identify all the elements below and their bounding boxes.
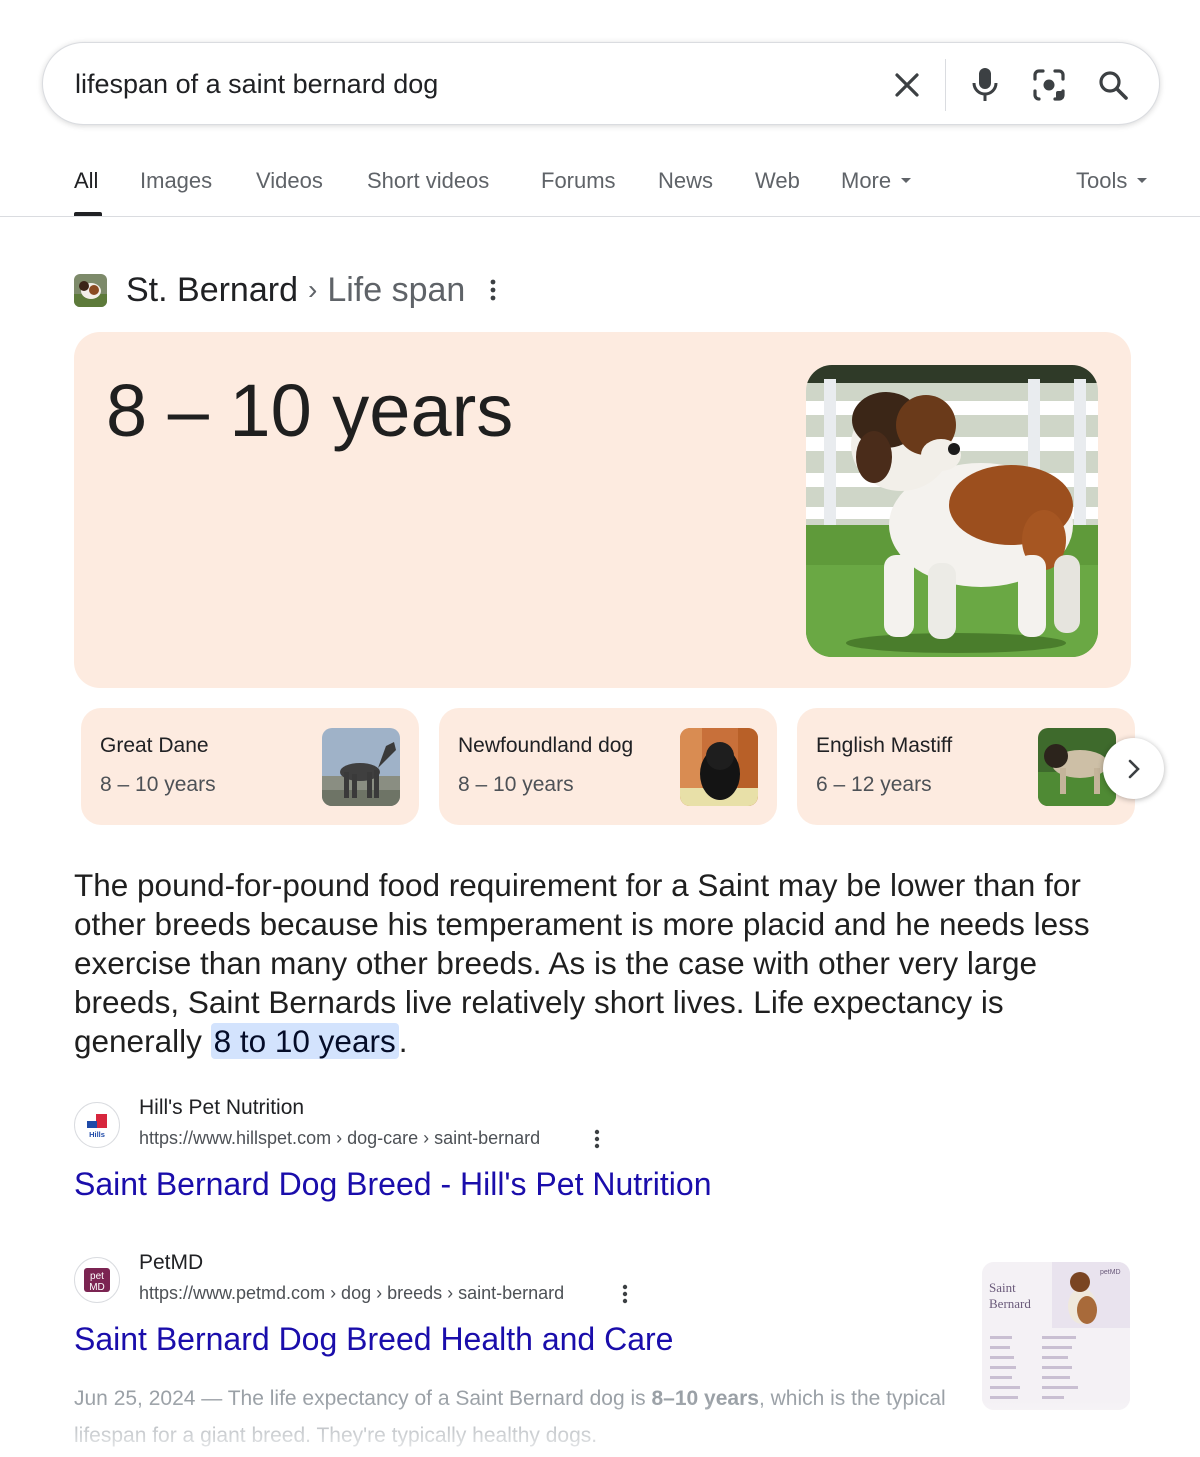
related-name: English Mastiff bbox=[816, 734, 953, 757]
active-tab-indicator bbox=[74, 212, 102, 216]
snippet-end: . bbox=[398, 1023, 408, 1059]
site-name[interactable]: Hill's Pet Nutrition bbox=[139, 1096, 304, 1120]
tab-web[interactable]: Web bbox=[755, 168, 800, 194]
entity-thumbnail[interactable] bbox=[74, 273, 107, 307]
related-card-great-dane[interactable]: Great Dane 8 – 10 years bbox=[81, 708, 419, 825]
answer-card: 8 – 10 years bbox=[74, 332, 1131, 688]
petmd-favicon-text: pet bbox=[90, 1271, 104, 1282]
tools-button[interactable]: Tools bbox=[1076, 168, 1148, 194]
tab-images[interactable]: Images bbox=[140, 168, 212, 194]
chevron-down-icon bbox=[901, 177, 912, 183]
tab-videos[interactable]: Videos bbox=[256, 168, 323, 194]
tab-short-videos[interactable]: Short videos bbox=[367, 168, 489, 194]
hills-favicon-text: Hills bbox=[89, 1130, 105, 1139]
entity-name-link[interactable]: St. Bernard bbox=[126, 271, 298, 310]
saint-bernard-image[interactable] bbox=[806, 365, 1098, 657]
tab-all[interactable]: All bbox=[74, 168, 98, 194]
search-input[interactable] bbox=[75, 67, 855, 101]
petmd-favicon: pet MD bbox=[74, 1257, 120, 1303]
chevron-down-icon bbox=[1137, 177, 1148, 183]
bottom-fade bbox=[0, 1400, 1200, 1457]
more-options-icon[interactable] bbox=[619, 1281, 631, 1307]
tools-label: Tools bbox=[1076, 168, 1128, 193]
related-name: Great Dane bbox=[100, 734, 209, 757]
thumb-brand: petMD bbox=[1100, 1269, 1121, 1276]
chevron-right-icon bbox=[1128, 759, 1140, 778]
search-divider bbox=[945, 59, 946, 111]
site-url[interactable]: https://www.petmd.com › dog › breeds › s… bbox=[139, 1283, 564, 1304]
result-title-link[interactable]: Saint Bernard Dog Breed - Hill's Pet Nut… bbox=[74, 1166, 712, 1203]
result-title-link[interactable]: Saint Bernard Dog Breed Health and Care bbox=[74, 1321, 673, 1358]
answer-value: 8 – 10 years bbox=[106, 369, 514, 452]
related-card-english-mastiff[interactable]: English Mastiff 6 – 12 years bbox=[797, 708, 1135, 825]
related-value: 6 – 12 years bbox=[816, 773, 932, 796]
snippet-highlight: 8 to 10 years bbox=[210, 1023, 399, 1059]
svg-text:Bernard: Bernard bbox=[989, 1296, 1031, 1311]
tab-more[interactable]: More bbox=[841, 168, 912, 194]
more-options-icon[interactable] bbox=[591, 1126, 603, 1152]
related-value: 8 – 10 years bbox=[100, 773, 216, 796]
petmd-result-thumbnail[interactable]: Saint Bernard petMD bbox=[982, 1262, 1130, 1410]
tab-forums[interactable]: Forums bbox=[541, 168, 616, 194]
thumb-title: Saint bbox=[989, 1280, 1016, 1295]
related-card-newfoundland[interactable]: Newfoundland dog 8 – 10 years bbox=[439, 708, 777, 825]
featured-snippet: The pound-for-pound food requirement for… bbox=[74, 866, 1134, 1061]
site-name[interactable]: PetMD bbox=[139, 1251, 203, 1275]
newfoundland-dog-image bbox=[680, 728, 758, 806]
carousel-next-button[interactable] bbox=[1103, 738, 1164, 799]
related-value: 8 – 10 years bbox=[458, 773, 574, 796]
site-url[interactable]: https://www.hillspet.com › dog-care › sa… bbox=[139, 1128, 540, 1149]
attribute-name: Life span bbox=[327, 270, 466, 309]
breadcrumb-separator: › bbox=[307, 274, 318, 305]
great-dane-image bbox=[322, 728, 400, 806]
close-icon[interactable] bbox=[887, 65, 927, 105]
hills-favicon: Hills bbox=[74, 1102, 120, 1148]
related-name: Newfoundland dog bbox=[458, 734, 634, 757]
lens-icon[interactable] bbox=[1029, 65, 1069, 105]
search-icon[interactable] bbox=[1093, 65, 1133, 105]
microphone-icon[interactable] bbox=[965, 65, 1005, 105]
svg-text:MD: MD bbox=[89, 1282, 105, 1293]
search-result-hillspet: Hills Hill's Pet Nutrition https://www.h… bbox=[74, 1096, 974, 1206]
search-bar bbox=[42, 42, 1160, 125]
tab-news[interactable]: News bbox=[658, 168, 713, 194]
more-options-icon[interactable] bbox=[487, 275, 499, 305]
tab-more-label: More bbox=[841, 168, 892, 193]
search-tabs: All Images Videos Short videos Forums Ne… bbox=[0, 140, 1200, 217]
knowledge-breadcrumb: St. Bernard › Life span bbox=[74, 268, 499, 312]
